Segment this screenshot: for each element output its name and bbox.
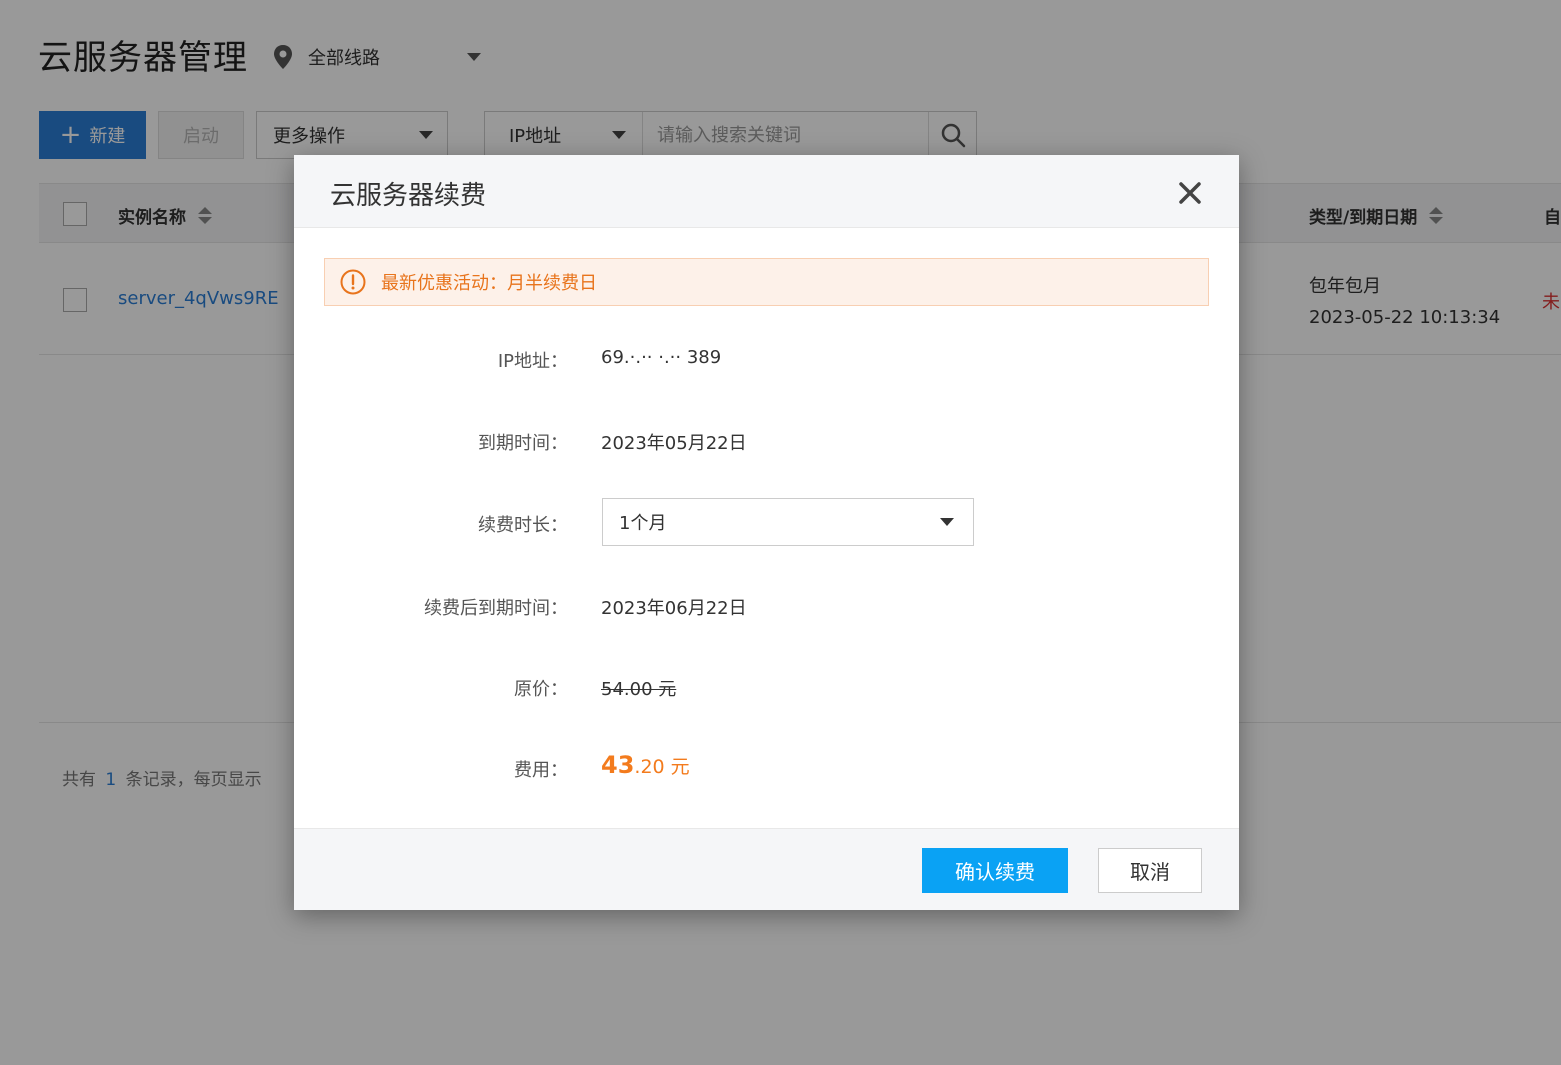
dialog-title: 云服务器续费 <box>330 181 487 211</box>
promo-notice: 最新优惠活动：月半续费日 <box>324 258 1209 306</box>
fee-value: 43.20 元 <box>601 751 690 779</box>
new-expiry-label: 续费后到期时间： <box>424 598 568 619</box>
dialog-header: 云服务器续费 <box>294 155 1239 228</box>
fee-label: 费用： <box>514 760 568 781</box>
fee-integer: 43 <box>601 751 635 779</box>
duration-select-value: 1个月 <box>619 513 667 534</box>
fee-decimal: .20 元 <box>634 756 690 778</box>
confirm-renewal-button[interactable]: 确认续费 <box>922 848 1068 893</box>
dialog-footer: 确认续费 取消 <box>294 828 1239 910</box>
new-expiry-value: 2023年06月22日 <box>601 598 747 619</box>
close-icon[interactable] <box>1174 177 1206 209</box>
expiry-value: 2023年05月22日 <box>601 433 747 454</box>
original-price-value: 54.00 元 <box>601 679 677 700</box>
warning-circle-icon <box>340 269 366 295</box>
renewal-dialog: 云服务器续费 最新优惠活动：月半续费日 IP地址： 69.·.·· ·.·· 3… <box>294 155 1239 910</box>
duration-label: 续费时长： <box>478 515 568 536</box>
ip-label: IP地址： <box>497 351 568 372</box>
promo-notice-text: 最新优惠活动：月半续费日 <box>381 273 597 294</box>
duration-select[interactable]: 1个月 <box>602 498 974 546</box>
chevron-down-icon <box>940 518 954 526</box>
expiry-label: 到期时间： <box>478 433 568 454</box>
cancel-button[interactable]: 取消 <box>1098 848 1202 893</box>
original-price-label: 原价： <box>514 679 568 700</box>
ip-value: 69.·.·· ·.·· 389 <box>601 347 722 368</box>
